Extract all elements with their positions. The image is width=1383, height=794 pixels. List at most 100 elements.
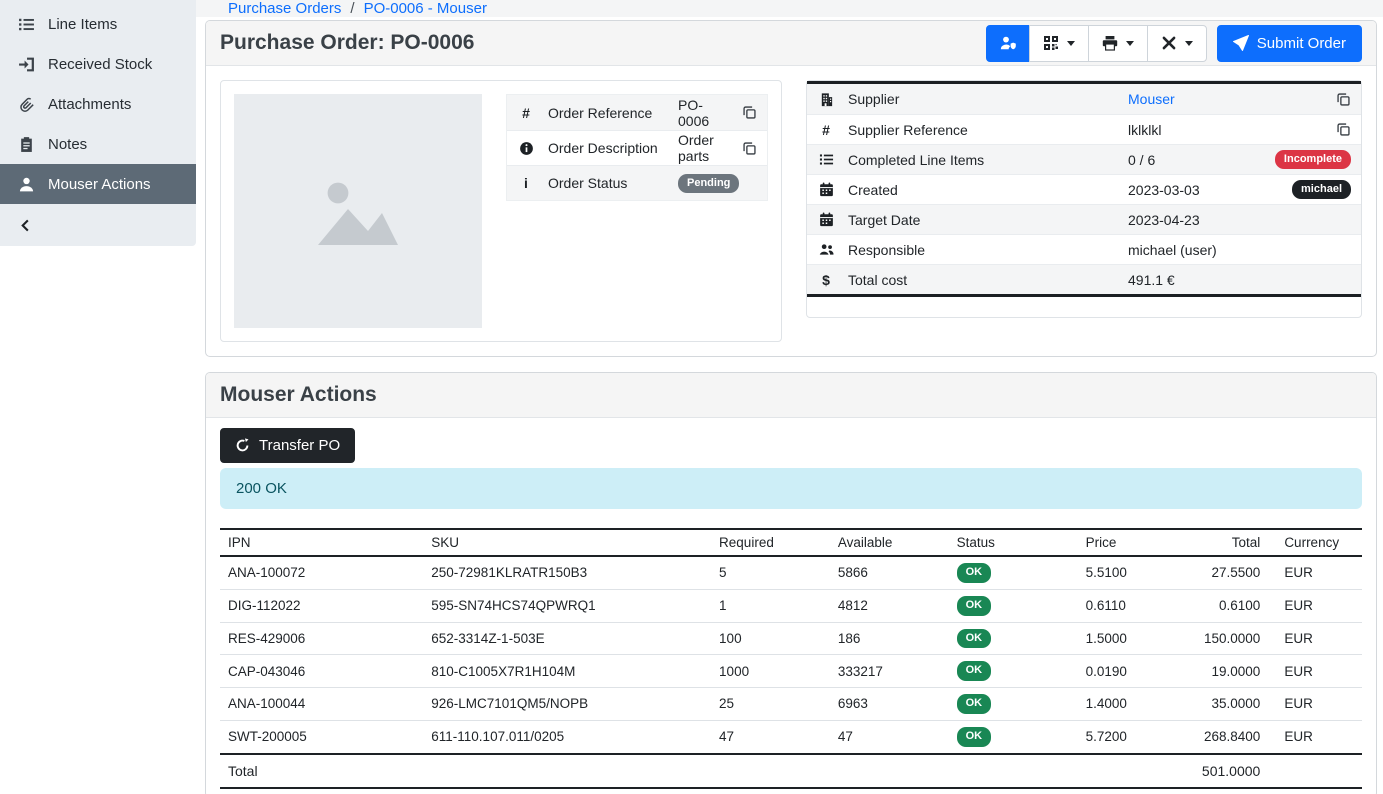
col-header-currency: Currency <box>1268 529 1362 556</box>
paperclip-icon <box>18 96 35 113</box>
cell-currency: EUR <box>1268 556 1362 589</box>
list-check-icon <box>817 152 835 167</box>
hash-icon: # <box>517 105 535 121</box>
cell-sku: 810-C1005X7R1H104M <box>423 655 711 688</box>
sidebar-item-label: Received Stock <box>48 56 152 73</box>
sidebar-collapse-button[interactable] <box>0 204 196 246</box>
status-alert-message: 200 OK <box>236 480 287 497</box>
sidebar-item-received-stock[interactable]: Received Stock <box>0 44 196 84</box>
cell-required: 25 <box>711 688 830 721</box>
send-icon <box>1233 35 1249 51</box>
table-row: ANA-100072 250-72981KLRATR150B3 5 5866 O… <box>220 556 1362 589</box>
refresh-icon <box>235 438 250 453</box>
mouser-actions-body: Transfer PO 200 OK IPN SKU Required <box>206 418 1376 794</box>
table-footer-row: Total 501.0000 <box>220 754 1362 788</box>
cell-required: 100 <box>711 622 830 655</box>
supplier-details-card: Supplier Mouser # Supplier Reference lkl… <box>806 80 1362 318</box>
page-title: Purchase Order: PO-0006 <box>220 31 474 55</box>
col-header-status: Status <box>949 529 1078 556</box>
supplier-details-table: Supplier Mouser # Supplier Reference lkl… <box>807 81 1361 297</box>
table-row: RES-429006 652-3314Z-1-503E 100 186 OK 1… <box>220 622 1362 655</box>
sidebar-item-label: Notes <box>48 136 87 153</box>
copy-icon[interactable] <box>742 105 757 120</box>
cell-required: 1 <box>711 589 830 622</box>
supplier-row: Supplier Mouser <box>807 84 1361 114</box>
barcode-dropdown-button[interactable] <box>1029 25 1089 62</box>
copy-icon[interactable] <box>1336 92 1351 107</box>
cell-currency: EUR <box>1268 589 1362 622</box>
sidebar: Line Items Received Stock Attachments No… <box>0 0 196 794</box>
total-cost-label: Total cost <box>848 272 1128 288</box>
cell-status: OK <box>949 622 1078 655</box>
breadcrumb-link-purchase-orders[interactable]: Purchase Orders <box>228 0 341 17</box>
hash-icon: # <box>817 122 835 138</box>
col-header-available: Available <box>830 529 949 556</box>
cell-price: 0.6110 <box>1078 589 1164 622</box>
order-options-dropdown-button[interactable] <box>1147 25 1207 62</box>
copy-icon[interactable] <box>1336 122 1351 137</box>
cell-status: OK <box>949 720 1078 753</box>
supplier-link[interactable]: Mouser <box>1128 91 1175 107</box>
cell-status: OK <box>949 589 1078 622</box>
breadcrumb-link-current[interactable]: PO-0006 - Mouser <box>364 0 487 17</box>
submit-order-label: Submit Order <box>1257 35 1346 52</box>
caret-down-icon <box>1185 41 1193 46</box>
cell-ipn: ANA-100072 <box>220 556 423 589</box>
sidebar-item-line-items[interactable]: Line Items <box>0 4 196 44</box>
table-row: DIG-112022 595-SN74HCS74QPWRQ1 1 4812 OK… <box>220 589 1362 622</box>
cell-price: 5.7200 <box>1078 720 1164 753</box>
sidebar-menu: Line Items Received Stock Attachments No… <box>0 0 196 246</box>
ok-badge: OK <box>957 694 992 714</box>
po-action-button-group <box>986 25 1207 62</box>
cell-ipn: CAP-043046 <box>220 655 423 688</box>
target-date-row: Target Date 2023-04-23 <box>807 204 1361 234</box>
completed-line-items-label: Completed Line Items <box>848 152 1128 168</box>
order-description-value: Order parts <box>678 132 734 164</box>
cell-ipn: ANA-100044 <box>220 688 423 721</box>
person-shield-icon <box>1000 35 1016 51</box>
ok-badge: OK <box>957 727 992 747</box>
cell-currency: EUR <box>1268 720 1362 753</box>
submit-order-button[interactable]: Submit Order <box>1217 25 1362 62</box>
order-reference-label: Order Reference <box>548 105 678 121</box>
status-badge-pending: Pending <box>678 174 739 194</box>
cell-required: 1000 <box>711 655 830 688</box>
cell-sku: 595-SN74HCS74QPWRQ1 <box>423 589 711 622</box>
cell-price: 0.0190 <box>1078 655 1164 688</box>
table-header-row: IPN SKU Required Available Status Price … <box>220 529 1362 556</box>
order-description-label: Order Description <box>548 140 678 156</box>
cell-available: 186 <box>830 622 949 655</box>
order-status-label: Order Status <box>548 175 678 191</box>
table-row: ANA-100044 926-LMC7101QM5/NOPB 25 6963 O… <box>220 688 1362 721</box>
supplier-label: Supplier <box>848 91 1128 107</box>
sidebar-item-attachments[interactable]: Attachments <box>0 84 196 124</box>
cell-status: OK <box>949 688 1078 721</box>
copy-icon[interactable] <box>742 141 757 156</box>
building-icon <box>817 92 835 107</box>
notes-icon <box>18 136 35 153</box>
ok-badge: OK <box>957 563 992 583</box>
mouser-actions-title: Mouser Actions <box>220 383 377 407</box>
cell-available: 47 <box>830 720 949 753</box>
main-content: Purchase Orders / PO-0006 - Mouser Purch… <box>196 0 1383 794</box>
footer-total-label: Total <box>220 754 1163 788</box>
cell-required: 5 <box>711 556 830 589</box>
cell-ipn: RES-429006 <box>220 622 423 655</box>
cell-status: OK <box>949 556 1078 589</box>
completed-line-items-value: 0 / 6 <box>1128 152 1267 168</box>
image-placeholder-icon <box>310 169 406 253</box>
col-header-required: Required <box>711 529 830 556</box>
transfer-po-button[interactable]: Transfer PO <box>220 428 355 463</box>
purchase-order-panel-header: Purchase Order: PO-0006 <box>206 21 1376 66</box>
breadcrumb-separator: / <box>350 0 354 17</box>
user-icon <box>18 176 35 193</box>
user-roles-button[interactable] <box>986 25 1030 62</box>
mouser-actions-panel-header: Mouser Actions <box>206 373 1376 418</box>
sidebar-item-mouser-actions[interactable]: Mouser Actions <box>0 164 196 204</box>
incomplete-badge: Incomplete <box>1275 150 1351 170</box>
print-dropdown-button[interactable] <box>1088 25 1148 62</box>
responsible-label: Responsible <box>848 242 1128 258</box>
created-row: Created 2023-03-03 michael <box>807 174 1361 204</box>
supplier-reference-value: lklklkl <box>1128 122 1328 138</box>
sidebar-item-notes[interactable]: Notes <box>0 124 196 164</box>
